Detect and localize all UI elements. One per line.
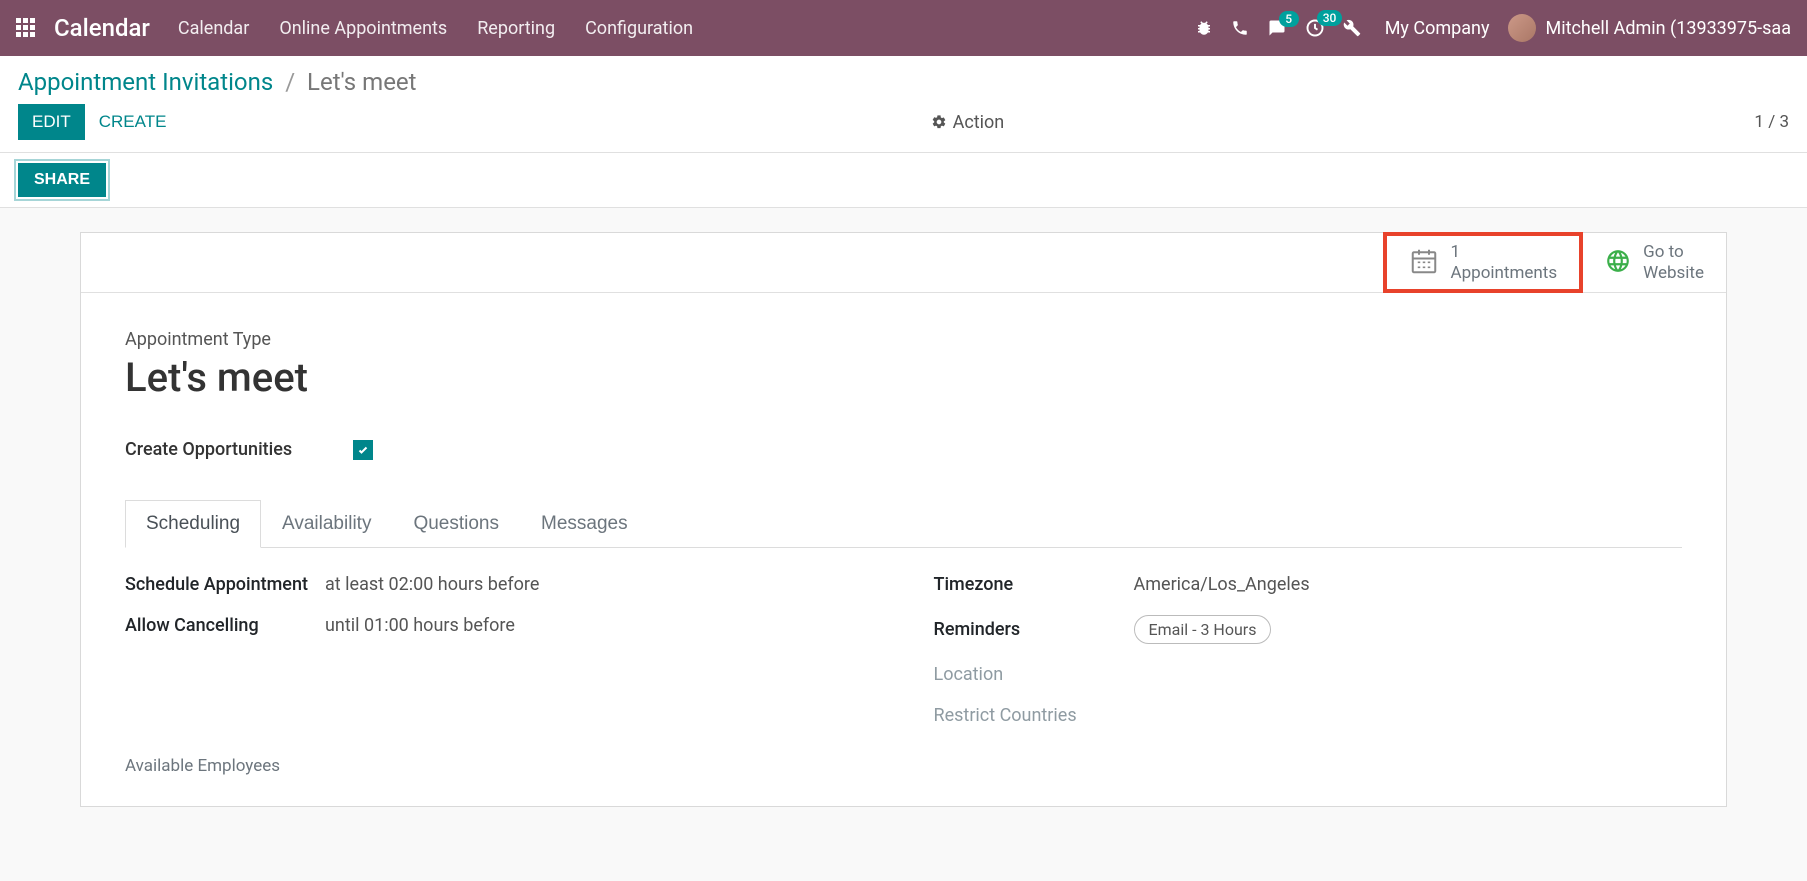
stat-appointments-button[interactable]: 1 Appointments [1383, 232, 1584, 293]
create-button[interactable]: CREATE [85, 104, 181, 140]
available-employees-label: Available Employees [125, 756, 1682, 776]
edit-button[interactable]: EDIT [18, 104, 85, 140]
breadcrumb: Appointment Invitations / Let's meet [18, 68, 1789, 96]
bug-icon[interactable] [1195, 19, 1213, 37]
create-opportunities-label: Create Opportunities [125, 439, 315, 460]
schedule-appointment-value: at least 02:00 hours before [325, 574, 539, 595]
gear-icon [931, 114, 947, 130]
form-sheet: 1 Appointments Go to Website Appointment… [80, 232, 1727, 807]
reminders-label: Reminders [934, 619, 1134, 640]
apps-icon[interactable] [16, 18, 36, 38]
phone-icon[interactable] [1231, 19, 1249, 37]
stat-website-button[interactable]: Go to Website [1582, 233, 1726, 292]
allow-cancelling-label: Allow Cancelling [125, 615, 325, 636]
messages-icon[interactable]: 5 [1267, 19, 1287, 37]
record-title: Let's meet [125, 354, 1682, 401]
form-content: Appointment Type Let's meet Create Oppor… [81, 293, 1726, 806]
breadcrumb-current: Let's meet [307, 68, 416, 96]
activities-icon[interactable]: 30 [1305, 18, 1325, 38]
tab-questions[interactable]: Questions [392, 500, 520, 547]
tab-scheduling[interactable]: Scheduling [125, 500, 261, 548]
nav-links: Calendar Online Appointments Reporting C… [178, 18, 693, 39]
nav-link-online-appointments[interactable]: Online Appointments [279, 18, 447, 39]
nav-link-calendar[interactable]: Calendar [178, 18, 249, 39]
location-label: Location [934, 664, 1134, 685]
main-area: 1 Appointments Go to Website Appointment… [0, 208, 1807, 831]
tab-content-scheduling: Schedule Appointment at least 02:00 hour… [125, 548, 1682, 736]
breadcrumb-parent[interactable]: Appointment Invitations [18, 68, 273, 96]
pager-current: 1 [1754, 112, 1764, 132]
control-panel: Appointment Invitations / Let's meet EDI… [0, 56, 1807, 153]
schedule-appointment-label: Schedule Appointment [125, 574, 325, 595]
nav-right: 5 30 My Company Mitchell Admin (13933975… [1195, 14, 1791, 42]
calendar-icon [1409, 246, 1439, 280]
nav-user[interactable]: Mitchell Admin (13933975-saa [1508, 14, 1791, 42]
action-label: Action [953, 112, 1005, 133]
pager[interactable]: 1 / 3 [1754, 112, 1789, 132]
stat-website-line1: Go to [1643, 242, 1704, 262]
top-navbar: Calendar Calendar Online Appointments Re… [0, 0, 1807, 56]
share-panel: SHARE [0, 153, 1807, 208]
breadcrumb-separator: / [279, 68, 301, 96]
globe-icon [1605, 248, 1631, 278]
stat-buttons: 1 Appointments Go to Website [81, 233, 1726, 293]
nav-link-reporting[interactable]: Reporting [477, 18, 555, 39]
allow-cancelling-value: until 01:00 hours before [325, 615, 515, 636]
stat-website-line2: Website [1643, 263, 1704, 283]
tab-messages[interactable]: Messages [520, 500, 649, 547]
timezone-label: Timezone [934, 574, 1134, 595]
pager-total: 3 [1779, 112, 1789, 132]
check-icon [357, 444, 369, 456]
messages-badge: 5 [1279, 11, 1299, 27]
create-opportunities-checkbox[interactable] [353, 440, 373, 460]
app-brand[interactable]: Calendar [54, 14, 150, 42]
appointment-type-label: Appointment Type [125, 329, 1682, 350]
avatar [1508, 14, 1536, 42]
tab-availability[interactable]: Availability [261, 500, 392, 547]
nav-link-configuration[interactable]: Configuration [585, 18, 693, 39]
share-button[interactable]: SHARE [18, 163, 106, 197]
tabs-bar: Scheduling Availability Questions Messag… [125, 500, 1682, 548]
timezone-value: America/Los_Angeles [1134, 574, 1310, 595]
reminders-tag[interactable]: Email - 3 Hours [1134, 615, 1272, 644]
nav-company[interactable]: My Company [1385, 18, 1490, 39]
nav-user-name: Mitchell Admin (13933975-saa [1546, 18, 1791, 39]
action-dropdown[interactable]: Action [931, 112, 1005, 133]
stat-appointments-label: Appointments [1451, 263, 1558, 283]
restrict-countries-label: Restrict Countries [934, 705, 1134, 726]
activities-badge: 30 [1317, 10, 1343, 26]
tools-icon[interactable] [1343, 19, 1361, 37]
stat-appointments-count: 1 [1451, 242, 1558, 262]
